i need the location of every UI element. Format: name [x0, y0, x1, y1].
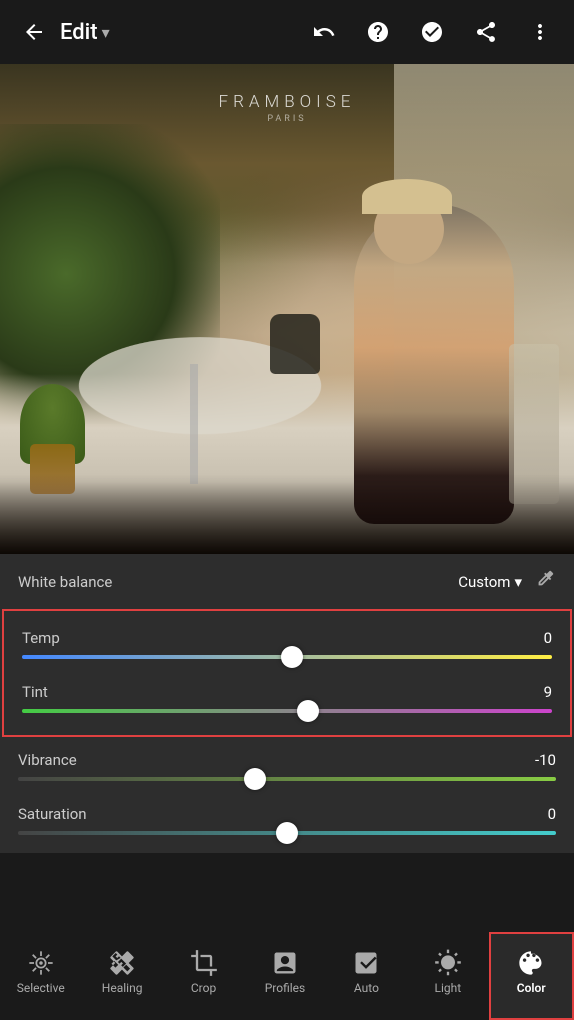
auto-icon: [352, 949, 380, 977]
nav-label-crop: Crop: [191, 981, 216, 995]
saturation-value: 0: [548, 805, 556, 823]
confirm-button[interactable]: [414, 14, 450, 50]
saturation-slider-row: Saturation 0: [0, 795, 574, 849]
selective-icon: [27, 949, 55, 977]
top-bar: Edit ▾: [0, 0, 574, 64]
tint-thumb[interactable]: [297, 700, 319, 722]
pipette-button[interactable]: [534, 568, 556, 595]
vibrance-slider-row: Vibrance -10: [0, 741, 574, 795]
crop-icon: [190, 949, 218, 977]
back-button[interactable]: [16, 14, 52, 50]
nav-label-healing: Healing: [102, 981, 143, 995]
vibrance-label: Vibrance: [18, 751, 77, 769]
saturation-label: Saturation: [18, 805, 87, 823]
top-bar-left: Edit ▾: [16, 14, 298, 50]
normal-sliders: Vibrance -10 Saturation 0: [0, 737, 574, 853]
nav-item-crop[interactable]: Crop: [163, 932, 244, 1020]
page-title: Edit ▾: [60, 20, 110, 45]
nav-item-selective[interactable]: Selective: [0, 932, 81, 1020]
saturation-track[interactable]: [18, 831, 556, 835]
bottom-nav: Selective Healing Crop Profiles Auto Lig…: [0, 932, 574, 1020]
temp-track[interactable]: [22, 655, 552, 659]
help-button[interactable]: [360, 14, 396, 50]
nav-item-healing[interactable]: Healing: [81, 932, 162, 1020]
nav-label-selective: Selective: [17, 981, 65, 995]
profiles-icon: [271, 949, 299, 977]
tint-slider-row: Tint 9: [4, 673, 570, 727]
undo-button[interactable]: [306, 14, 342, 50]
photo-overlay: [0, 474, 574, 554]
photo-brand-sub: PARIS: [219, 114, 356, 124]
light-icon: [434, 949, 462, 977]
nav-label-auto: Auto: [354, 981, 379, 995]
share-button[interactable]: [468, 14, 504, 50]
vibrance-value: -10: [535, 751, 556, 769]
temp-thumb[interactable]: [281, 646, 303, 668]
nav-label-light: Light: [434, 981, 461, 995]
photo-placeholder: FRAMBOISE PARIS: [0, 64, 574, 554]
nav-item-profiles[interactable]: Profiles: [244, 932, 325, 1020]
temp-slider-row: Temp 0: [4, 619, 570, 673]
saturation-thumb[interactable]: [276, 822, 298, 844]
saturation-slider-header: Saturation 0: [18, 805, 556, 823]
more-options-button[interactable]: [522, 14, 558, 50]
top-bar-right: [306, 14, 558, 50]
nav-label-color: Color: [517, 981, 546, 995]
wb-right: Custom ▾: [458, 568, 556, 595]
nav-item-auto[interactable]: Auto: [326, 932, 407, 1020]
tint-value: 9: [544, 683, 552, 701]
temp-label: Temp: [22, 629, 60, 647]
white-balance-dropdown[interactable]: Custom ▾: [458, 573, 522, 591]
white-balance-label: White balance: [18, 573, 112, 591]
highlighted-sliders: Temp 0 Tint 9: [2, 609, 572, 737]
nav-item-light[interactable]: Light: [407, 932, 488, 1020]
vibrance-track[interactable]: [18, 777, 556, 781]
tint-slider-header: Tint 9: [22, 683, 552, 701]
temp-slider-header: Temp 0: [22, 629, 552, 647]
tint-track[interactable]: [22, 709, 552, 713]
controls-area: White balance Custom ▾ Temp 0 Tint: [0, 554, 574, 853]
nav-item-color[interactable]: Color: [489, 932, 574, 1020]
temp-value: 0: [544, 629, 552, 647]
photo-area: FRAMBOISE PARIS: [0, 64, 574, 554]
healing-icon: [108, 949, 136, 977]
color-icon: [517, 949, 545, 977]
nav-label-profiles: Profiles: [265, 981, 306, 995]
white-balance-row: White balance Custom ▾: [0, 554, 574, 609]
vibrance-slider-header: Vibrance -10: [18, 751, 556, 769]
vibrance-thumb[interactable]: [244, 768, 266, 790]
photo-brand-text: FRAMBOISE: [219, 92, 356, 112]
tint-label: Tint: [22, 683, 48, 701]
